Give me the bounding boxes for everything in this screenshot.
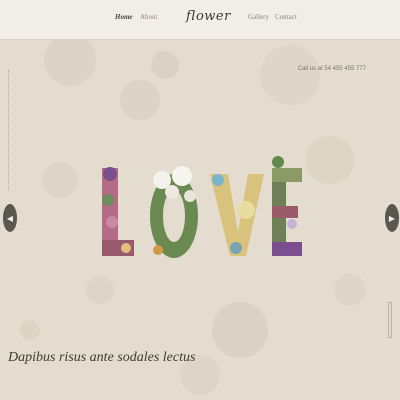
top-navigation: Home About flower Gallery Contact — [0, 0, 400, 40]
nav-contact-link[interactable]: Contact — [275, 13, 297, 21]
slider-next-button[interactable]: ▶ — [385, 204, 399, 232]
nav-home-link[interactable]: Home — [115, 13, 133, 21]
nav-gallery-link[interactable]: Gallery — [248, 13, 269, 21]
chevron-left-icon: ◀ — [6, 213, 14, 223]
letter-e — [272, 156, 302, 256]
letter-o — [150, 166, 198, 258]
letter-l — [102, 167, 134, 256]
letter-v — [210, 174, 264, 256]
decorative-side-bar — [388, 302, 392, 338]
slider-prev-button[interactable]: ◀ — [3, 204, 17, 232]
site-logo[interactable]: flower — [186, 9, 231, 24]
decorative-side-line — [8, 70, 10, 190]
hero-slider: Call us at 54 455 455 777 ◀ ▶ Dapibus ri… — [0, 40, 400, 400]
chevron-right-icon: ▶ — [388, 213, 396, 223]
contact-phone: Call us at 54 455 455 777 — [297, 66, 366, 72]
nav-about-link[interactable]: About — [140, 13, 158, 21]
love-flower-artwork — [102, 156, 302, 258]
slide-caption: Dapibus risus ante sodales lectus — [8, 350, 196, 365]
